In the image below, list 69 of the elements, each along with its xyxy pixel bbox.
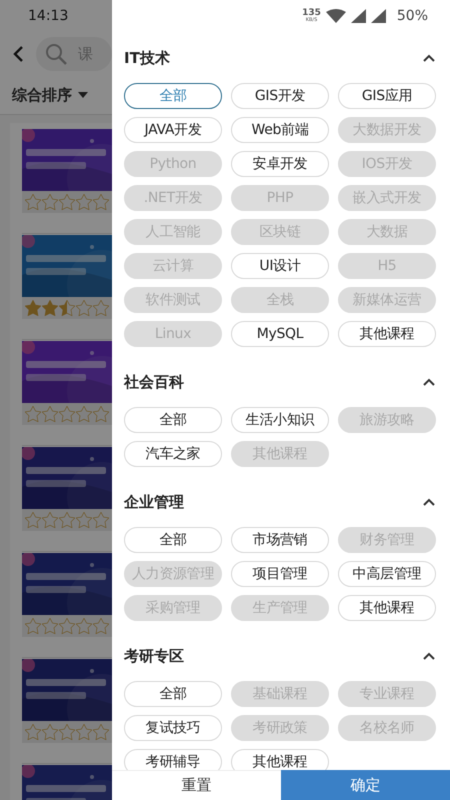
filter-chip[interactable]: UI设计 (231, 253, 329, 279)
filter-chip[interactable]: 生活小知识 (231, 407, 329, 433)
star-icon (76, 300, 92, 316)
chevron-icon[interactable] (422, 376, 436, 388)
filter-chip[interactable]: 其他课程 (338, 595, 436, 621)
section-title: 社会百科 (124, 372, 184, 392)
star-icon (42, 406, 58, 422)
star-icon (25, 512, 41, 528)
wifi-icon (326, 9, 346, 23)
star-icon (76, 618, 92, 634)
filter-chip[interactable]: 其他课程 (338, 321, 436, 347)
star-icon (25, 724, 41, 740)
chevron-icon[interactable] (422, 496, 436, 508)
filter-chip[interactable]: GIS开发 (231, 83, 329, 109)
star-icon (42, 512, 58, 528)
star-icon (25, 300, 41, 316)
star-icon (42, 724, 58, 740)
filter-chip[interactable]: 安卓开发 (231, 151, 329, 177)
section-title: IT技术 (124, 48, 170, 68)
section-title: 企业管理 (124, 492, 184, 512)
star-icon (76, 724, 92, 740)
star-icon (42, 618, 58, 634)
search-icon (44, 42, 68, 66)
filter-chip[interactable]: 其他课程 (231, 749, 329, 770)
filter-chip[interactable]: 项目管理 (231, 561, 329, 587)
star-icon (93, 724, 109, 740)
star-icon (59, 300, 75, 316)
sort-dropdown[interactable]: 综合排序 (0, 76, 112, 115)
caret-icon (78, 92, 88, 98)
back-icon[interactable] (12, 45, 24, 63)
filter-chip[interactable]: 复试技巧 (124, 715, 222, 741)
battery-level: 50% (396, 8, 428, 24)
star-icon (59, 618, 75, 634)
star-icon (25, 618, 41, 634)
filter-chip[interactable]: 全部 (124, 83, 222, 109)
filter-chip[interactable]: MySQL (231, 321, 329, 347)
status-time: 14:13 (28, 8, 68, 24)
star-icon (25, 194, 41, 210)
star-icon (76, 406, 92, 422)
filter-chip[interactable]: JAVA开发 (124, 117, 222, 143)
section-title: 考研专区 (124, 646, 184, 666)
signal-icon (370, 9, 386, 23)
star-icon (59, 724, 75, 740)
star-icon (93, 300, 109, 316)
star-icon (93, 194, 109, 210)
chevron-icon[interactable] (422, 52, 436, 64)
star-icon (59, 512, 75, 528)
star-icon (93, 618, 109, 634)
confirm-button[interactable]: 确定 (281, 770, 450, 800)
star-icon (76, 194, 92, 210)
star-icon (59, 194, 75, 210)
filter-chip[interactable]: 市场营销 (231, 527, 329, 553)
filter-chip[interactable]: 中高层管理 (338, 561, 436, 587)
filter-chip[interactable]: 全部 (124, 407, 222, 433)
star-icon (25, 406, 41, 422)
filter-chip[interactable]: 汽车之家 (124, 441, 222, 467)
filter-chip[interactable]: Web前端 (231, 117, 329, 143)
star-icon (42, 194, 58, 210)
star-icon (93, 406, 109, 422)
star-icon (76, 512, 92, 528)
chevron-icon[interactable] (422, 650, 436, 662)
star-icon (59, 406, 75, 422)
filter-chip[interactable]: 全部 (124, 527, 222, 553)
filter-chip[interactable]: GIS应用 (338, 83, 436, 109)
star-icon (93, 512, 109, 528)
star-icon (42, 300, 58, 316)
signal-icon (350, 9, 366, 23)
filter-chip[interactable]: 考研辅导 (124, 749, 222, 770)
filter-chip[interactable]: 全部 (124, 681, 222, 707)
